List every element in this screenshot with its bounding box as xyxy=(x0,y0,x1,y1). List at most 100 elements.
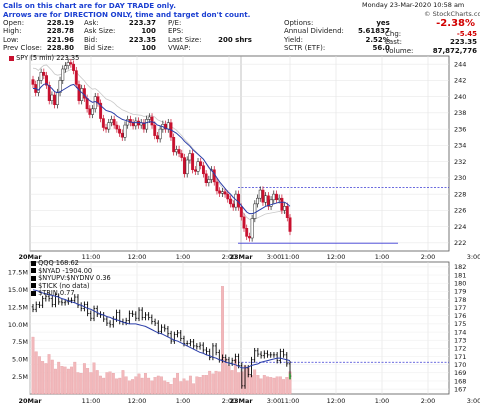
volume-bar xyxy=(37,356,41,395)
volume-bar xyxy=(249,375,253,395)
spy-legend-text: SPY (5 min) 223.35 xyxy=(16,54,80,62)
spy-candle xyxy=(174,149,178,153)
spy-candle xyxy=(239,206,243,218)
spy-candle xyxy=(172,137,176,153)
spy-candle xyxy=(53,94,57,105)
qqq-y-tick-label: 177 xyxy=(454,304,466,312)
volume-bar xyxy=(166,382,170,395)
volume-bar xyxy=(86,368,90,395)
spy-candle xyxy=(242,216,246,229)
spy-y-tick-label: 236 xyxy=(454,125,466,133)
volume-bar xyxy=(208,370,212,395)
spy-candle xyxy=(277,197,281,201)
spy-candle xyxy=(31,79,35,85)
volume-bar xyxy=(54,368,57,395)
spy-candle xyxy=(183,157,186,175)
qqq-x-tick-label: 12:00 xyxy=(128,397,147,405)
spy-candle xyxy=(253,203,257,219)
spy-candle xyxy=(39,72,43,81)
spy-candle xyxy=(177,149,181,154)
qqq-y-tick-label: 172 xyxy=(454,345,466,353)
volume-bar xyxy=(140,377,144,395)
volume-bar xyxy=(150,380,154,395)
spy-candle xyxy=(115,124,119,130)
qqq-x-tick-label: 11:00 xyxy=(82,397,101,405)
volume-bar xyxy=(89,372,93,395)
volume-bar xyxy=(92,362,96,395)
volume-bar xyxy=(172,377,176,395)
qqq-y-tick-label: 171 xyxy=(454,353,466,361)
qqq-y-tick-label: 168 xyxy=(454,377,466,385)
volume-bar xyxy=(201,375,205,395)
volume-bar xyxy=(182,378,186,395)
spy-candle xyxy=(220,191,224,194)
qqq-x-tick-label: 3:00 xyxy=(267,397,282,405)
volume-bar xyxy=(227,365,231,395)
spy-candle xyxy=(201,165,205,175)
spy-candle xyxy=(88,108,92,115)
spy-candle xyxy=(50,94,54,101)
volume-bar xyxy=(237,372,241,395)
volume-bar xyxy=(34,351,38,395)
spy-candle xyxy=(145,119,149,130)
spy-candle xyxy=(180,153,184,158)
spy-candle xyxy=(237,193,241,208)
spy-legend-swatch xyxy=(9,55,14,61)
volume-bar xyxy=(221,286,224,395)
spy-candle xyxy=(120,132,124,138)
volume-bar xyxy=(95,370,99,395)
volume-tick-label: 2.5M xyxy=(12,373,28,381)
volume-tick-label: 12.5M xyxy=(8,303,28,311)
volume-bar xyxy=(41,361,45,395)
spy-candle xyxy=(280,197,284,211)
volume-bar xyxy=(214,370,218,395)
spy-candle xyxy=(104,127,108,130)
qqq-x-tick-label: 12:00 xyxy=(327,397,346,405)
spy-candle xyxy=(196,161,200,172)
volume-bar xyxy=(63,366,67,395)
spy-candle xyxy=(247,236,251,239)
spy-candle xyxy=(69,62,73,65)
volume-bar xyxy=(169,384,173,395)
qqq-y-tick-label: 179 xyxy=(454,288,466,296)
spy-x-tick-label: 1:00 xyxy=(176,253,191,261)
volume-tick-label: 15.0M xyxy=(8,286,28,294)
volume-bar xyxy=(176,373,180,395)
spy-y-tick-label: 224 xyxy=(454,223,466,231)
spy-candle xyxy=(185,159,189,175)
spy-x-tick-label: 1:00 xyxy=(375,253,390,261)
spy-candle xyxy=(47,85,51,101)
volume-tick-label: 10.0M xyxy=(8,321,28,329)
qqq-x-tick-label: 1:00 xyxy=(375,397,390,405)
volume-bar xyxy=(131,379,135,395)
volume-bar xyxy=(118,377,122,395)
volume-bar xyxy=(108,371,112,395)
qqq-y-tick-label: 173 xyxy=(454,337,466,345)
spy-candle xyxy=(55,92,59,105)
spy-candle xyxy=(229,198,232,205)
spy-candle xyxy=(36,80,40,93)
volume-bar xyxy=(160,376,163,395)
qqq-y-tick-label: 176 xyxy=(454,312,466,320)
legend-swatch xyxy=(31,268,36,274)
spy-candle xyxy=(223,191,227,195)
spy-candle xyxy=(101,118,105,128)
legend-text: $TRIN 0.77 xyxy=(38,289,75,298)
spy-candle xyxy=(207,179,211,183)
qqq-y-tick-label: 169 xyxy=(454,369,466,377)
spy-candle xyxy=(215,181,219,192)
volume-bar xyxy=(73,361,77,395)
spy-candle xyxy=(74,70,78,85)
qqq-y-tick-label: 178 xyxy=(454,296,466,304)
volume-bar xyxy=(127,380,131,395)
spy-x-tick-label: 12:00 xyxy=(128,253,147,261)
qqq-y-tick-label: 180 xyxy=(454,279,466,287)
spy-candle xyxy=(80,88,84,101)
spy-candle xyxy=(158,128,162,140)
qqq-legend: QQQ 168.62 $NYAD -1904.00 $NYUPV:$NYDNV … xyxy=(31,259,111,298)
spy-candle xyxy=(199,161,203,166)
volume-bar xyxy=(50,359,54,395)
volume-bar xyxy=(79,373,83,395)
volume-bar xyxy=(111,373,115,395)
volume-bar xyxy=(195,376,199,395)
